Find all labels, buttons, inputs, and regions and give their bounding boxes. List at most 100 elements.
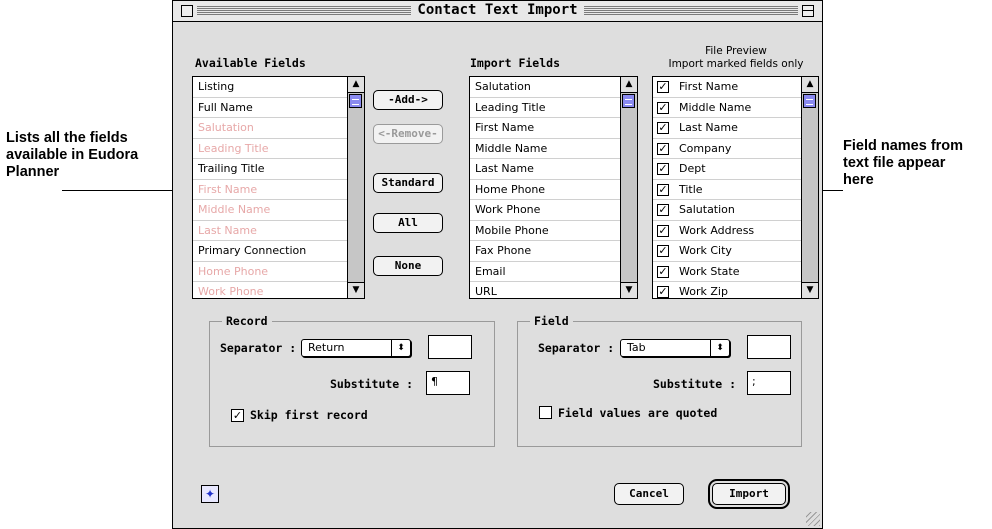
field-values-quoted-label[interactable]: Field values are quoted — [558, 406, 717, 420]
preview-field-item[interactable]: ✓ Title — [653, 180, 818, 200]
import-field-item[interactable]: URL — [470, 282, 637, 298]
preview-field-checkbox[interactable]: ✓ — [657, 163, 669, 175]
preview-field-checkbox[interactable]: ✓ — [657, 224, 669, 237]
preview-field-label: Work State — [679, 264, 740, 278]
import-field-item[interactable]: Middle Name — [470, 139, 637, 159]
file-preview-list[interactable]: ✓ First Name ✓ Middle Name ✓ Last Name ✓ Compan… — [652, 76, 819, 299]
resize-grip-icon[interactable] — [806, 512, 820, 526]
preview-field-label: Middle Name — [679, 100, 752, 114]
available-field-item[interactable]: Primary Connection — [193, 241, 364, 262]
preview-scrollbar[interactable]: ▲ ▼ — [801, 77, 818, 298]
preview-field-checkbox[interactable]: ✓ — [657, 122, 669, 134]
scroll-thumb[interactable] — [349, 94, 362, 108]
scroll-up-arrow-icon[interactable]: ▲ — [621, 77, 637, 93]
preview-field-checkbox[interactable]: ✓ — [657, 183, 669, 196]
available-field-item[interactable]: Trailing Title — [193, 159, 364, 180]
scroll-up-arrow-icon[interactable]: ▲ — [348, 77, 364, 93]
record-separator-field[interactable] — [428, 335, 472, 359]
cancel-button[interactable]: Cancel — [614, 483, 684, 505]
zoom-box-icon[interactable] — [802, 5, 814, 17]
import-field-item[interactable]: Mobile Phone — [470, 221, 637, 241]
import-field-item[interactable]: Work Phone — [470, 200, 637, 221]
import-scrollbar[interactable]: ▲ ▼ — [620, 77, 637, 298]
record-separator-label: Separator : — [220, 341, 297, 355]
scroll-down-arrow-icon[interactable]: ▼ — [621, 282, 637, 298]
import-field-item[interactable]: Salutation — [470, 77, 637, 98]
preview-field-label: Work Address — [679, 223, 755, 237]
skip-first-record-checkbox[interactable]: ✓ — [231, 409, 244, 422]
preview-field-item[interactable]: ✓ Middle Name — [653, 98, 818, 118]
preview-field-label: Salutation — [679, 203, 735, 216]
import-field-item[interactable]: First Name — [470, 118, 637, 139]
file-preview-subtitle: Import marked fields only — [668, 58, 804, 70]
available-field-item[interactable]: Listing — [193, 77, 364, 98]
preview-field-label: Title — [679, 182, 703, 196]
scroll-thumb[interactable] — [622, 94, 635, 108]
preview-field-item[interactable]: ✓ Work City — [653, 241, 818, 262]
import-fields-list[interactable]: Salutation Leading Title First Name Middle … — [469, 76, 638, 299]
scroll-down-arrow-icon[interactable]: ▼ — [348, 282, 364, 298]
preview-field-checkbox[interactable]: ✓ — [657, 265, 669, 278]
available-field-item[interactable]: First Name — [193, 180, 364, 200]
preview-field-checkbox[interactable]: ✓ — [657, 204, 669, 216]
preview-field-item[interactable]: ✓ First Name — [653, 77, 818, 98]
available-field-item[interactable]: Full Name — [193, 98, 364, 118]
preview-field-item[interactable]: ✓ Dept — [653, 159, 818, 180]
preview-field-checkbox[interactable]: ✓ — [657, 81, 669, 93]
import-field-item[interactable]: Leading Title — [470, 98, 637, 118]
scroll-down-arrow-icon[interactable]: ▼ — [802, 282, 818, 298]
callout-right-line-2: text file appear — [843, 155, 946, 171]
preview-field-label: First Name — [679, 80, 739, 93]
field-substitute-field[interactable]: ; — [747, 371, 791, 395]
record-separator-popup[interactable]: Return ⬍ — [301, 339, 411, 357]
scroll-thumb[interactable] — [803, 94, 816, 108]
preview-field-checkbox[interactable]: ✓ — [657, 142, 669, 155]
field-separator-label: Separator : — [538, 341, 615, 355]
preview-field-item[interactable]: ✓ Salutation — [653, 200, 818, 221]
preview-field-checkbox[interactable]: ✓ — [657, 245, 669, 257]
field-values-quoted-checkbox[interactable] — [539, 406, 552, 419]
standard-button[interactable]: Standard — [373, 173, 443, 193]
preview-field-item[interactable]: ✓ Work State — [653, 262, 818, 282]
available-field-item[interactable]: Salutation — [193, 118, 364, 139]
add-button[interactable]: -Add-> — [373, 90, 443, 110]
import-field-item[interactable]: Home Phone — [470, 180, 637, 200]
title-bar[interactable]: Contact Text Import — [173, 1, 822, 22]
field-separator-popup[interactable]: Tab ⬍ — [620, 339, 730, 357]
available-fields-list[interactable]: Listing Full Name Salutation Leading Title T… — [192, 76, 365, 299]
scroll-up-arrow-icon[interactable]: ▲ — [802, 77, 818, 93]
field-group-title: Field — [530, 314, 573, 328]
import-button[interactable]: Import — [712, 483, 786, 505]
callout-left-line-2: available in Eudora — [6, 147, 139, 163]
skip-first-record-label[interactable]: Skip first record — [250, 408, 368, 422]
window-title: Contact Text Import — [411, 2, 584, 18]
available-field-item[interactable]: Middle Name — [193, 200, 364, 221]
available-field-item[interactable]: Last Name — [193, 221, 364, 241]
available-field-item[interactable]: Work Phone — [193, 282, 364, 298]
available-scrollbar[interactable]: ▲ ▼ — [347, 77, 364, 298]
preview-field-checkbox[interactable]: ✓ — [657, 286, 669, 298]
import-field-item[interactable]: Fax Phone — [470, 241, 637, 262]
none-button[interactable]: None — [373, 256, 443, 276]
preview-field-item[interactable]: ✓ Company — [653, 139, 818, 159]
all-button[interactable]: All — [373, 213, 443, 233]
available-field-item[interactable]: Leading Title — [193, 139, 364, 159]
preview-field-label: Company — [679, 141, 732, 155]
preview-field-checkbox[interactable]: ✓ — [657, 101, 669, 114]
preview-field-item[interactable]: ✓ Last Name — [653, 118, 818, 139]
callout-right: Field names from text file appear here — [843, 138, 963, 189]
remove-button[interactable]: <-Remove- — [373, 124, 443, 144]
preview-field-item[interactable]: ✓ Work Address — [653, 221, 818, 241]
preview-field-label: Work City — [679, 244, 732, 257]
callout-left-line-1: Lists all the fields — [6, 130, 128, 146]
preview-field-label: Dept — [679, 162, 706, 175]
field-separator-value: Tab — [627, 341, 646, 354]
preview-field-item[interactable]: ✓ Work Zip — [653, 282, 818, 298]
field-separator-field[interactable] — [747, 335, 791, 359]
import-field-item[interactable]: Email — [470, 262, 637, 282]
preview-field-label: Last Name — [679, 121, 738, 134]
available-field-item[interactable]: Home Phone — [193, 262, 364, 282]
record-substitute-field[interactable]: ¶ — [426, 371, 470, 395]
help-icon[interactable]: ✦ — [201, 485, 219, 503]
import-field-item[interactable]: Last Name — [470, 159, 637, 180]
